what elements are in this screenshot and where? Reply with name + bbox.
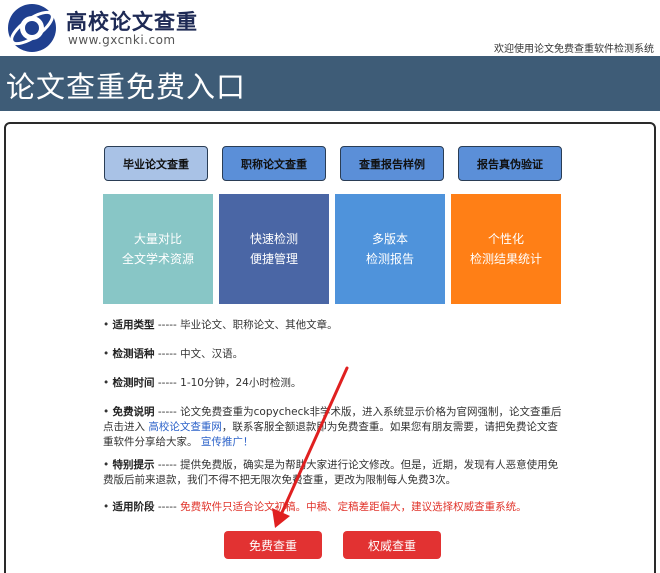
feature-tile-speed: 快速检测 便捷管理	[219, 194, 329, 304]
feature-line: 全文学术资源	[121, 252, 194, 266]
info-notice: • 特别提示 ----- 提供免费版，确实是为帮助大家进行论文修改。但是，近期，…	[103, 459, 559, 486]
feature-line: 检测结果统计	[469, 252, 542, 266]
welcome-text: 欢迎使用论文免费查重软件检测系统	[494, 44, 654, 55]
page-title: 论文查重免费入口	[6, 70, 247, 104]
info-label: 适用类型	[112, 319, 155, 331]
info-label: 特别提示	[112, 459, 155, 471]
logo-globe-icon[interactable]	[6, 2, 58, 54]
feature-tile-versions: 多版本 检测报告	[335, 194, 445, 304]
info-time: • 检测时间 ----- 1-10分钟，24小时检测。	[103, 377, 302, 389]
info-free: • 免费说明 ----- 论文免费查重为copycheck非学术版，进入系统显示…	[103, 406, 562, 448]
info-language: • 检测语种 ----- 中文、汉语。	[103, 348, 244, 360]
info-text: 毕业论文、职称论文、其他文章。	[180, 319, 338, 331]
info-sep: -----	[154, 319, 181, 331]
feature-line: 个性化	[487, 232, 524, 246]
tab-report-sample[interactable]: 查重报告样例	[340, 146, 444, 181]
info-sep: -----	[154, 406, 181, 418]
info-text: 中文、汉语。	[180, 348, 244, 360]
info-sep: -----	[154, 348, 181, 360]
authority-check-button[interactable]: 权威查重	[343, 531, 441, 559]
info-sep: -----	[154, 501, 181, 513]
info-text: 1-10分钟，24小时检测。	[180, 377, 302, 389]
info-sep: -----	[154, 377, 181, 389]
info-type: • 适用类型 ----- 毕业论文、职称论文、其他文章。	[103, 319, 338, 331]
logo-url[interactable]: www.gxcnki.com	[68, 33, 176, 47]
info-label: 免费说明	[112, 406, 155, 418]
info-text: 免费软件只适合论文初稿。中稿、定稿差距偏大，建议选择权威查重系统。	[180, 501, 527, 513]
info-stage: • 适用阶段 ----- 免费软件只适合论文初稿。中稿、定稿差距偏大，建议选择权…	[103, 501, 527, 513]
feature-line: 大量对比	[133, 232, 182, 246]
site-link[interactable]: 高校论文查重网	[148, 421, 222, 433]
feature-line: 便捷管理	[249, 252, 298, 266]
feature-line: 快速检测	[249, 232, 298, 246]
free-check-button[interactable]: 免费查重	[224, 531, 322, 559]
feature-line: 多版本	[371, 232, 408, 246]
info-label: 检测时间	[112, 377, 155, 389]
feature-tile-resources: 大量对比 全文学术资源	[103, 194, 213, 304]
feature-line: 检测报告	[365, 252, 414, 266]
logo-title[interactable]: 高校论文查重	[66, 6, 198, 36]
info-label: 适用阶段	[112, 501, 155, 513]
promo-link[interactable]: 宣传推广！	[201, 436, 254, 448]
tab-title-check[interactable]: 职称论文查重	[222, 146, 326, 181]
tab-report-verify[interactable]: 报告真伪验证	[458, 146, 562, 181]
info-sep: -----	[154, 459, 181, 471]
page-banner: 论文查重免费入口	[0, 56, 660, 111]
info-label: 检测语种	[112, 348, 155, 360]
site-header: 高校论文查重 www.gxcnki.com 欢迎使用论文免费查重软件检测系统	[0, 0, 660, 56]
tab-graduation-check[interactable]: 毕业论文查重	[104, 146, 208, 181]
feature-tile-stats: 个性化 检测结果统计	[451, 194, 561, 304]
